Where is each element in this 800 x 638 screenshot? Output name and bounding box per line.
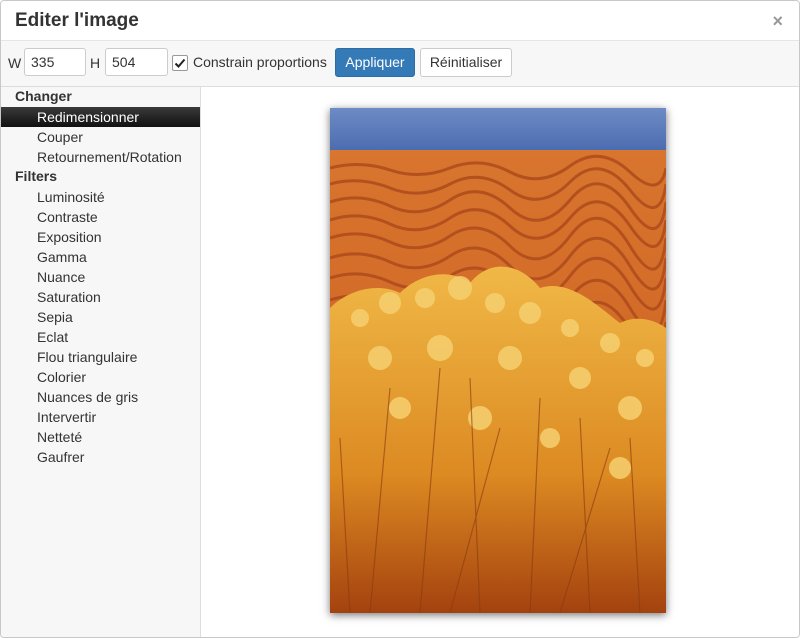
sidebar-item-exposition[interactable]: Exposition [1,227,200,247]
reset-button[interactable]: Réinitialiser [420,48,512,77]
height-label: H [90,55,101,71]
width-label: W [8,55,22,71]
desert-photo-graphic [330,108,666,613]
image-editor-dialog: Editer l'image × W H Constrain proportio… [0,0,800,638]
constrain-proportions-label[interactable]: Constrain proportions [193,54,327,70]
image-preview-area [201,87,799,637]
height-input[interactable] [105,48,168,76]
sidebar-item-rotation[interactable]: Retournement/Rotation [1,147,200,167]
sidebar-item-redimensionner[interactable]: Redimensionner [1,107,200,127]
section-filters-title: Filters [15,168,58,184]
preview-image [330,108,666,613]
sidebar-item-gaufrer[interactable]: Gaufrer [1,447,200,467]
width-input[interactable] [24,48,86,76]
sidebar-item-nuance[interactable]: Nuance [1,267,200,287]
sidebar-item-gamma[interactable]: Gamma [1,247,200,267]
dialog-header: Editer l'image × [1,1,799,41]
sidebar-item-eclat[interactable]: Eclat [1,327,200,347]
sidebar-item-saturation[interactable]: Saturation [1,287,200,307]
close-icon[interactable]: × [772,12,783,30]
sidebar-item-luminosite[interactable]: Luminosité [1,187,200,207]
constrain-proportions-checkbox[interactable] [172,55,188,71]
dialog-title: Editer l'image [15,10,139,31]
sidebar-item-flou-triangulaire[interactable]: Flou triangulaire [1,347,200,367]
resize-toolbar: W H Constrain proportions Appliquer Réin… [1,41,799,87]
sidebar-item-nettete[interactable]: Netteté [1,427,200,447]
apply-button[interactable]: Appliquer [335,48,415,77]
section-changer-title: Changer [15,88,72,104]
sidebar-item-colorier[interactable]: Colorier [1,367,200,387]
sidebar-item-sepia[interactable]: Sepia [1,307,200,327]
sidebar-item-nuances-de-gris[interactable]: Nuances de gris [1,387,200,407]
filter-sidebar: Changer Redimensionner Couper Retourneme… [1,87,201,637]
checkmark-icon [174,58,186,68]
sidebar-item-couper[interactable]: Couper [1,127,200,147]
sidebar-item-contraste[interactable]: Contraste [1,207,200,227]
sidebar-item-intervertir[interactable]: Intervertir [1,407,200,427]
